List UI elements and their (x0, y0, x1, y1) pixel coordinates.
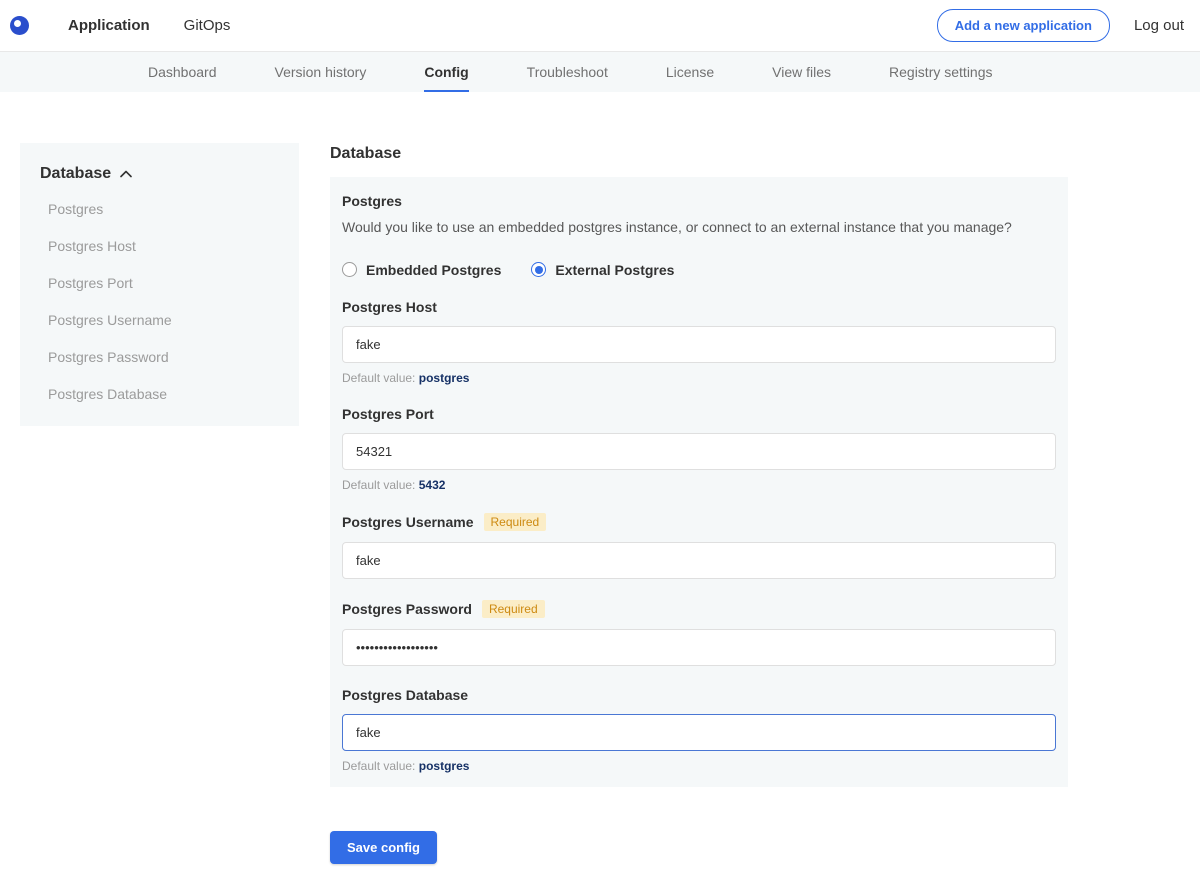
default-value: 5432 (419, 478, 446, 492)
sidebar-item-postgres-database[interactable]: Postgres Database (48, 386, 279, 402)
field-postgres-username: Postgres Username Required (342, 513, 1056, 579)
default-label: Default value: (342, 478, 415, 492)
sidebar-item-postgres-password[interactable]: Postgres Password (48, 349, 279, 365)
default-label: Default value: (342, 371, 415, 385)
default-value: postgres (419, 371, 470, 385)
tab-version-history[interactable]: Version history (275, 52, 367, 92)
radio-embedded-postgres[interactable]: Embedded Postgres (342, 262, 501, 278)
tab-config[interactable]: Config (424, 52, 468, 92)
radio-selected-icon[interactable] (531, 262, 546, 277)
save-config-button[interactable]: Save config (330, 831, 437, 864)
field-label: Postgres Database (342, 687, 1056, 703)
default-value-hint: Default value: postgres (342, 759, 1056, 773)
default-value-hint: Default value: postgres (342, 371, 1056, 385)
field-label-text: Postgres Username (342, 514, 474, 530)
radio-external-label: External Postgres (555, 262, 674, 278)
default-label: Default value: (342, 759, 415, 773)
config-main: Database Postgres Would you like to use … (330, 143, 1068, 882)
radio-embedded-label: Embedded Postgres (366, 262, 501, 278)
default-value-hint: Default value: 5432 (342, 478, 1056, 492)
tab-troubleshoot[interactable]: Troubleshoot (527, 52, 608, 92)
required-badge: Required (482, 600, 545, 618)
radio-external-postgres[interactable]: External Postgres (531, 262, 674, 278)
postgres-port-input[interactable] (342, 433, 1056, 470)
postgres-database-input[interactable] (342, 714, 1056, 751)
field-label: Postgres Host (342, 299, 1056, 315)
tab-license[interactable]: License (666, 52, 714, 92)
chevron-up-icon (120, 170, 132, 178)
field-postgres-host: Postgres Host Default value: postgres (342, 299, 1056, 385)
sidebar-item-postgres-port[interactable]: Postgres Port (48, 275, 279, 291)
database-config-card: Postgres Would you like to use an embedd… (330, 177, 1068, 787)
app-logo-icon (10, 16, 29, 35)
nav-gitops[interactable]: GitOps (184, 0, 231, 51)
field-postgres-database: Postgres Database Default value: postgre… (342, 687, 1056, 773)
field-label-text: Postgres Database (342, 687, 468, 703)
postgres-password-input[interactable] (342, 629, 1056, 666)
page-title: Database (330, 145, 1068, 163)
field-postgres-password: Postgres Password Required (342, 600, 1056, 666)
top-nav: Application GitOps (68, 0, 230, 51)
postgres-username-input[interactable] (342, 542, 1056, 579)
top-header: Application GitOps Add a new application… (0, 0, 1200, 52)
app-logo-dot (14, 20, 21, 27)
tab-registry-settings[interactable]: Registry settings (889, 52, 992, 92)
sidebar-item-postgres[interactable]: Postgres (48, 201, 279, 217)
radio-circle-icon[interactable] (342, 262, 357, 277)
field-label-text: Postgres Password (342, 601, 472, 617)
add-application-button[interactable]: Add a new application (937, 9, 1110, 42)
nav-application[interactable]: Application (68, 0, 150, 51)
required-badge: Required (484, 513, 547, 531)
config-content: Database Postgres Postgres Host Postgres… (0, 143, 1200, 882)
postgres-host-input[interactable] (342, 326, 1056, 363)
sidebar-group-label: Database (40, 165, 111, 183)
app-subnav: Dashboard Version history Config Trouble… (0, 52, 1200, 92)
sidebar-item-postgres-host[interactable]: Postgres Host (48, 238, 279, 254)
postgres-help-text: Would you like to use an embedded postgr… (342, 218, 1056, 237)
field-label-text: Postgres Port (342, 406, 434, 422)
default-value: postgres (419, 759, 470, 773)
tab-view-files[interactable]: View files (772, 52, 831, 92)
sidebar-group-database[interactable]: Database (40, 165, 279, 183)
sidebar-item-list: Postgres Postgres Host Postgres Port Pos… (40, 201, 279, 402)
config-sidebar: Database Postgres Postgres Host Postgres… (20, 143, 299, 426)
sidebar-item-postgres-username[interactable]: Postgres Username (48, 312, 279, 328)
postgres-mode-radios: Embedded Postgres External Postgres (342, 262, 1056, 278)
logout-link[interactable]: Log out (1134, 17, 1184, 34)
field-label: Postgres Port (342, 406, 1056, 422)
field-postgres-port: Postgres Port Default value: 5432 (342, 406, 1056, 492)
field-label-text: Postgres Host (342, 299, 437, 315)
tab-dashboard[interactable]: Dashboard (148, 52, 217, 92)
field-label: Postgres Password Required (342, 600, 1056, 618)
header-actions: Add a new application Log out (937, 9, 1184, 42)
postgres-group-label: Postgres (342, 193, 1056, 209)
field-label: Postgres Username Required (342, 513, 1056, 531)
